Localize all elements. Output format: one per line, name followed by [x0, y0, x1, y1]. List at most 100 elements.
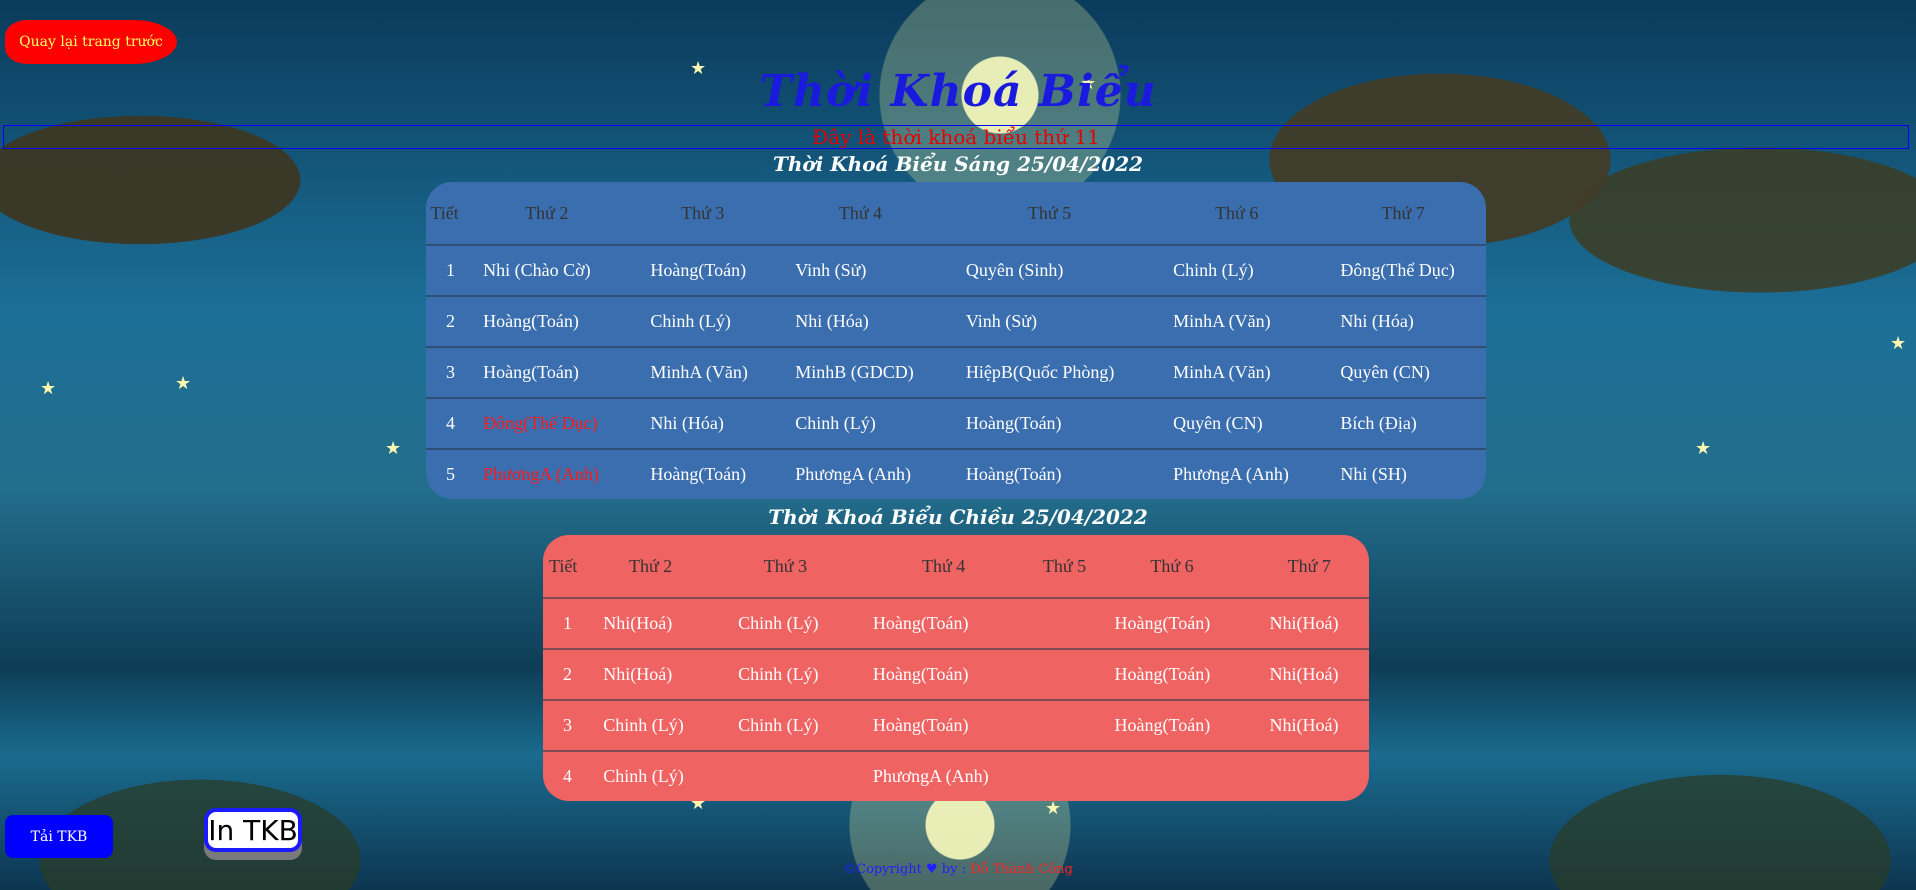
table-cell — [1034, 699, 1095, 751]
table-cell: Hoàng(Toán) — [630, 448, 776, 499]
period-cell: 1 — [543, 597, 584, 649]
table-header-row: Tiết Thứ 2 Thứ 3 Thứ 4 Thứ 5 Thứ 6 Thứ 7 — [543, 535, 1369, 599]
table-cell: PhươngA (Anh) — [775, 448, 946, 499]
table-cell: Nhi (Hóa) — [630, 397, 776, 449]
table-row: 2 Nhi(Hoá) Chinh (Lý) Hoàng(Toán) Hoàng(… — [543, 648, 1369, 700]
table-cell — [1094, 750, 1250, 801]
table-cell: Nhi (Hóa) — [1320, 295, 1486, 347]
table-cell: Nhi (Chào Cờ) — [463, 244, 631, 296]
table-cell — [718, 750, 853, 801]
table-row: 2 Hoàng(Toán) Chinh (Lý) Nhi (Hóa) Vinh … — [426, 295, 1486, 347]
table-cell: Bích (Địa) — [1320, 397, 1486, 449]
column-header: Thứ 6 — [1094, 535, 1250, 599]
table-header-row: Tiết Thứ 2 Thứ 3 Thứ 4 Thứ 5 Thứ 6 Thứ 7 — [426, 182, 1486, 246]
table-cell: Nhi(Hoá) — [1249, 699, 1369, 751]
table-cell: MinhB (GDCD) — [775, 346, 946, 398]
period-cell: 2 — [543, 648, 584, 700]
table-row: 1 Nhi (Chào Cờ) Hoàng(Toán) Vinh (Sử) Qu… — [426, 244, 1486, 296]
column-header: Thứ 5 — [1034, 535, 1095, 599]
column-header: Tiết — [543, 535, 584, 599]
table-row: 4 Đông(Thể Dục) Nhi (Hóa) Chinh (Lý) Hoà… — [426, 397, 1486, 449]
copyright-text: ©Copyright ♥ by : — [843, 862, 971, 877]
table-cell: Nhi(Hoá) — [1249, 648, 1369, 700]
column-header: Thứ 2 — [583, 535, 719, 599]
table-cell: Đông(Thể Dục) — [1320, 244, 1486, 296]
table-cell: Hoàng(Toán) — [1094, 597, 1250, 649]
table-cell: Hoàng(Toán) — [852, 597, 1035, 649]
table-cell: Quyên (Sinh) — [945, 244, 1154, 296]
period-cell: 3 — [426, 346, 464, 398]
table-row: 3 Hoàng(Toán) MinhA (Văn) MinhB (GDCD) H… — [426, 346, 1486, 398]
notice-banner: Đây là thời khoá biểu thứ 11 — [3, 125, 1909, 149]
table-cell: Chinh (Lý) — [583, 750, 719, 801]
table-cell-highlighted: PhươngA (Anh) — [463, 448, 631, 499]
table-cell: Chinh (Lý) — [630, 295, 776, 347]
table-cell: Hoàng(Toán) — [463, 346, 631, 398]
table-cell: Chinh (Lý) — [718, 597, 853, 649]
author-name: Đỗ Thành Công — [970, 862, 1073, 877]
table-cell: Chinh (Lý) — [718, 699, 853, 751]
column-header: Thứ 3 — [718, 535, 853, 599]
column-header: Thứ 7 — [1320, 182, 1486, 246]
table-row: 3 Chinh (Lý) Chinh (Lý) Hoàng(Toán) Hoàn… — [543, 699, 1369, 751]
table-cell: Nhi (Hóa) — [775, 295, 946, 347]
table-cell: HiệpB(Quốc Phòng) — [945, 346, 1154, 398]
table-cell — [1034, 750, 1095, 801]
print-schedule-button[interactable]: In TKB — [204, 808, 302, 852]
afternoon-schedule-heading: Thời Khoá Biểu Chiều 25/04/2022 — [768, 505, 1148, 529]
table-cell — [1034, 597, 1095, 649]
table-row: 1 Nhi(Hoá) Chinh (Lý) Hoàng(Toán) Hoàng(… — [543, 597, 1369, 649]
table-cell: Quyên (CN) — [1153, 397, 1321, 449]
period-cell: 4 — [426, 397, 464, 449]
table-cell: Chinh (Lý) — [718, 648, 853, 700]
table-cell: MinhA (Văn) — [630, 346, 776, 398]
table-cell: Hoàng(Toán) — [852, 648, 1035, 700]
morning-schedule-heading: Thời Khoá Biểu Sáng 25/04/2022 — [772, 152, 1144, 176]
table-cell: Chinh (Lý) — [1153, 244, 1321, 296]
period-cell: 1 — [426, 244, 464, 296]
table-cell: Nhi (SH) — [1320, 448, 1486, 499]
table-cell-highlighted: Đông(Thể Dục) — [463, 397, 631, 449]
table-cell: MinhA (Văn) — [1153, 346, 1321, 398]
table-cell: Hoàng(Toán) — [463, 295, 631, 347]
table-cell: MinhA (Văn) — [1153, 295, 1321, 347]
table-cell: Hoàng(Toán) — [852, 699, 1035, 751]
table-cell: PhươngA (Anh) — [852, 750, 1035, 801]
table-cell: Vinh (Sử) — [945, 295, 1154, 347]
footer: ©Copyright ♥ by : Đỗ Thành Công — [0, 862, 1916, 877]
table-cell: Nhi(Hoá) — [583, 648, 719, 700]
column-header: Thứ 3 — [630, 182, 776, 246]
table-cell: Vinh (Sử) — [775, 244, 946, 296]
column-header: Thứ 2 — [463, 182, 631, 246]
column-header: Tiết — [426, 182, 464, 246]
period-cell: 2 — [426, 295, 464, 347]
period-cell: 4 — [543, 750, 584, 801]
table-cell: Quyên (CN) — [1320, 346, 1486, 398]
table-cell: Hoàng(Toán) — [945, 397, 1154, 449]
table-cell: PhươngA (Anh) — [1153, 448, 1321, 499]
download-schedule-button[interactable]: Tải TKB — [5, 815, 113, 858]
table-cell: Hoàng(Toán) — [1094, 699, 1250, 751]
table-cell: Nhi(Hoá) — [1249, 597, 1369, 649]
morning-schedule-table: Tiết Thứ 2 Thứ 3 Thứ 4 Thứ 5 Thứ 6 Thứ 7… — [426, 182, 1486, 499]
table-row: 4 Chinh (Lý) PhươngA (Anh) — [543, 750, 1369, 801]
column-header: Thứ 4 — [852, 535, 1035, 599]
table-cell — [1034, 648, 1095, 700]
table-cell: Hoàng(Toán) — [945, 448, 1154, 499]
back-button[interactable]: Quay lại trang trước — [5, 20, 177, 64]
table-cell: Hoàng(Toán) — [630, 244, 776, 296]
table-cell: Hoàng(Toán) — [1094, 648, 1250, 700]
table-row: 5 PhươngA (Anh) Hoàng(Toán) PhươngA (Anh… — [426, 448, 1486, 499]
table-cell: Chinh (Lý) — [583, 699, 719, 751]
table-cell: Chinh (Lý) — [775, 397, 946, 449]
column-header: Thứ 4 — [775, 182, 946, 246]
afternoon-schedule-table: Tiết Thứ 2 Thứ 3 Thứ 4 Thứ 5 Thứ 6 Thứ 7… — [543, 535, 1369, 801]
period-cell: 3 — [543, 699, 584, 751]
column-header: Thứ 6 — [1153, 182, 1321, 246]
column-header: Thứ 5 — [945, 182, 1154, 246]
period-cell: 5 — [426, 448, 464, 499]
table-cell — [1249, 750, 1369, 801]
page-title: Thời Khoá Biểu — [759, 66, 1157, 117]
table-cell: Nhi(Hoá) — [583, 597, 719, 649]
column-header: Thứ 7 — [1249, 535, 1369, 599]
